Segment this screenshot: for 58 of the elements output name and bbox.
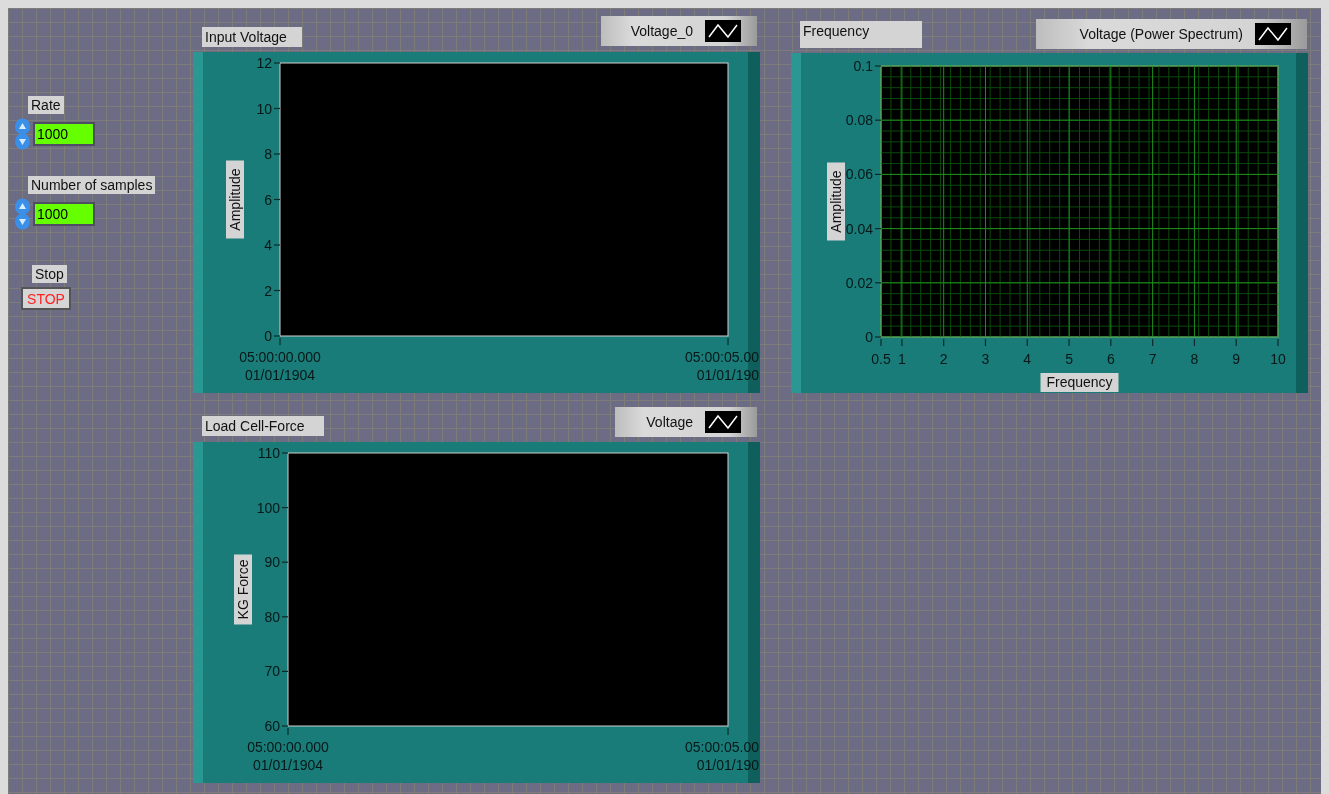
increment-decrement-icon[interactable] <box>14 118 31 150</box>
line-style-icon <box>705 411 741 433</box>
axis-title: Amplitude <box>827 162 845 241</box>
axis-title: Frequency <box>1040 373 1119 392</box>
line-style-icon <box>1255 23 1291 45</box>
axis-tick-label: 0 <box>264 328 272 344</box>
axis-tick-label: 2 <box>939 351 948 367</box>
axis-tick-label: 80 <box>264 608 280 625</box>
y-axis-title: Amplitude <box>227 168 243 231</box>
plot-legend[interactable]: Voltage_0 <box>601 16 757 46</box>
increment-decrement-icon[interactable] <box>14 198 31 230</box>
axis-tick-label: 70 <box>264 663 280 680</box>
axis-tick-label: 05:00:00.000 01/01/1904 <box>239 349 321 383</box>
axis-tick-label: 0.04 <box>845 220 873 237</box>
axis-tick-label: 1 <box>898 351 906 367</box>
line-style-icon <box>705 20 741 42</box>
axis-tick-label: 6 <box>264 191 272 208</box>
graph-label: Frequency <box>800 21 922 48</box>
y-axis-title: Amplitude <box>828 170 844 233</box>
control-label: Stop <box>32 265 67 283</box>
control-label: Number of samples <box>28 176 156 194</box>
axis-tick-label: 90 <box>264 554 280 571</box>
axis-tick-label: 5 <box>1065 351 1073 367</box>
axis-tick-label: 7 <box>1148 351 1157 367</box>
axis-tick-label: 60 <box>264 718 280 734</box>
y-axis-title: KG Force <box>235 559 251 620</box>
graph-label: Input Voltage <box>202 27 302 47</box>
plot-legend[interactable]: Voltage <box>615 407 757 437</box>
axis-tick-label: 4 <box>264 237 272 253</box>
axis-tick-label: 6 <box>1106 351 1115 367</box>
axis-tick-label: 2 <box>264 282 272 299</box>
axis-title: KG Force <box>234 554 252 625</box>
x-axis-title: Frequency <box>1046 374 1113 390</box>
graph-label: Load Cell-Force <box>202 416 324 436</box>
axis-tick-label: 0.06 <box>845 166 873 183</box>
plot-legend[interactable]: Voltage (Power Spectrum) <box>1036 19 1307 49</box>
axis-tick-label: 10 <box>256 100 272 117</box>
numeric-field[interactable]: 1000 <box>33 202 95 226</box>
axis-tick-label: 9 <box>1232 351 1241 367</box>
axis-tick-label: 0.5 <box>871 351 891 367</box>
axis-tick-label: 8 <box>1190 351 1199 367</box>
axis-tick-label: 0.08 <box>845 112 873 129</box>
axis-tick-label: 3 <box>981 351 990 367</box>
axis-title: Amplitude <box>226 160 244 239</box>
axis-tick-label: 0.1 <box>853 58 873 74</box>
axis-tick-label: 8 <box>264 146 272 162</box>
axis-tick-label: 100 <box>256 499 280 516</box>
numeric-field[interactable]: 1000 <box>33 122 95 146</box>
axis-tick-label: 0 <box>865 329 873 345</box>
axis-tick-label: 4 <box>1023 351 1032 367</box>
axis-tick-label: 10 <box>1270 351 1286 367</box>
axis-tick-label: 110 <box>257 445 280 461</box>
axis-tick-label: 05:00:00.000 01/01/1904 <box>247 739 329 773</box>
axis-tick-label: 05:00:05.00 01/01/190 <box>685 739 759 773</box>
control-label: Rate <box>28 96 64 114</box>
axis-tick-label: 12 <box>256 55 272 71</box>
axis-tick-label: 0.02 <box>845 274 873 291</box>
axis-tick-label: 05:00:05.00 01/01/190 <box>685 349 759 383</box>
